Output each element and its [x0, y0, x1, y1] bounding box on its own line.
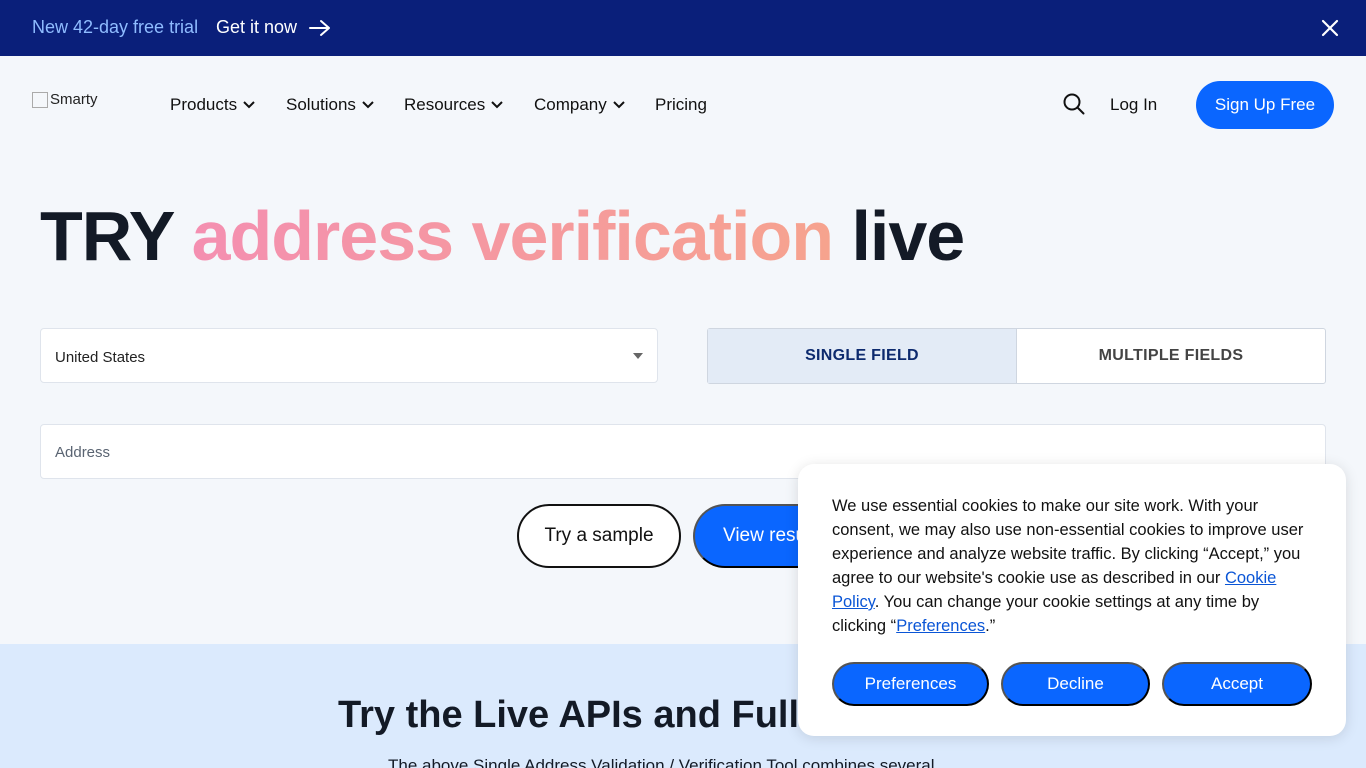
- decline-button[interactable]: Decline: [1001, 662, 1150, 706]
- cookie-consent-text: We use essential cookies to make our sit…: [832, 494, 1316, 638]
- chevron-down-icon: [243, 101, 255, 109]
- promo-trial-text: New 42-day free trial: [32, 17, 199, 37]
- hero-title-highlight: address verification: [191, 197, 834, 275]
- signup-button[interactable]: Sign Up Free: [1196, 81, 1334, 129]
- country-select-value: United States: [55, 349, 146, 366]
- caret-down-icon: [633, 353, 643, 359]
- section-text: The above Single Address Validation / Ve…: [388, 756, 935, 768]
- address-placeholder: Address: [55, 444, 111, 461]
- smarty-logo[interactable]: Smarty: [32, 91, 98, 108]
- nav-pricing[interactable]: Pricing: [655, 95, 707, 115]
- hero-title-prefix: TRY: [40, 197, 174, 275]
- preferences-link[interactable]: Preferences: [896, 617, 985, 635]
- search-icon[interactable]: [1062, 92, 1086, 116]
- chevron-down-icon: [362, 101, 374, 109]
- chevron-down-icon: [613, 101, 625, 109]
- promo-banner: New 42-day free trial Get it now: [0, 0, 1366, 56]
- accept-button[interactable]: Accept: [1162, 662, 1312, 706]
- cookie-consent-dialog: We use essential cookies to make our sit…: [798, 464, 1346, 736]
- hero-title-suffix: live: [851, 197, 965, 275]
- arrow-right-icon: [309, 19, 331, 36]
- nav-pricing-label: Pricing: [655, 95, 707, 114]
- nav-solutions-label: Solutions: [286, 95, 356, 114]
- chevron-down-icon: [491, 101, 503, 109]
- logo-alt-text: Smarty: [50, 91, 98, 108]
- tab-single-field[interactable]: SINGLE FIELD: [708, 329, 1017, 383]
- nav-company-label: Company: [534, 95, 607, 114]
- tab-multiple-fields[interactable]: MULTIPLE FIELDS: [1017, 329, 1325, 383]
- nav-company[interactable]: Company: [534, 95, 625, 115]
- login-link[interactable]: Log In: [1110, 95, 1157, 115]
- try-sample-button[interactable]: Try a sample: [517, 504, 681, 568]
- preferences-button[interactable]: Preferences: [832, 662, 989, 706]
- broken-image-icon: [32, 91, 48, 108]
- promo-get-it-now-link[interactable]: Get it now: [216, 17, 331, 38]
- section-title: Try the Live APIs and Full V: [338, 694, 835, 736]
- nav-resources[interactable]: Resources: [404, 95, 503, 115]
- hero-title: TRY address verification live: [40, 196, 965, 276]
- nav-solutions[interactable]: Solutions: [286, 95, 374, 115]
- close-icon[interactable]: [1318, 16, 1342, 40]
- cookie-text-part-3: .”: [985, 617, 996, 635]
- promo-cta-label: Get it now: [216, 17, 298, 37]
- nav-products[interactable]: Products: [170, 95, 255, 115]
- nav-resources-label: Resources: [404, 95, 486, 114]
- nav-products-label: Products: [170, 95, 238, 114]
- field-mode-toggle: SINGLE FIELD MULTIPLE FIELDS: [707, 328, 1326, 384]
- country-select[interactable]: United States: [40, 328, 658, 383]
- main-nav: Smarty Products Solutions Resources Comp…: [0, 56, 1366, 152]
